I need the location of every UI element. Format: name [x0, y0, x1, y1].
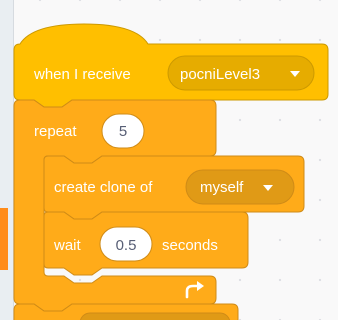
when-i-receive-label: when I receive [33, 66, 131, 83]
clone-target-value: myself [200, 179, 244, 196]
when-i-receive-block[interactable]: when I receive pocniLevel3 [13, 23, 329, 108]
next-block-dropdown[interactable] [79, 312, 231, 320]
message-dropdown[interactable]: pocniLevel3 [167, 55, 315, 91]
clone-target-dropdown[interactable]: myself [185, 169, 295, 205]
wait-duration-value: 0.5 [116, 237, 137, 254]
create-clone-block[interactable]: create clone of myself [43, 155, 305, 220]
seconds-label: seconds [162, 237, 218, 254]
repeat-count-input[interactable]: 5 [101, 113, 145, 149]
wait-duration-input[interactable]: 0.5 [99, 226, 153, 262]
wait-label: wait [53, 237, 82, 254]
scripts-workspace[interactable]: when I receive pocniLevel3 repeat 5 crea… [0, 0, 338, 320]
repeat-count-value: 5 [119, 123, 127, 140]
script-stack: when I receive pocniLevel3 repeat 5 crea… [13, 23, 329, 320]
repeat-label: repeat [34, 123, 77, 140]
wait-block[interactable]: wait 0.5 seconds [43, 211, 249, 276]
create-clone-label: create clone of [54, 179, 153, 196]
message-dropdown-value: pocniLevel3 [180, 66, 260, 83]
